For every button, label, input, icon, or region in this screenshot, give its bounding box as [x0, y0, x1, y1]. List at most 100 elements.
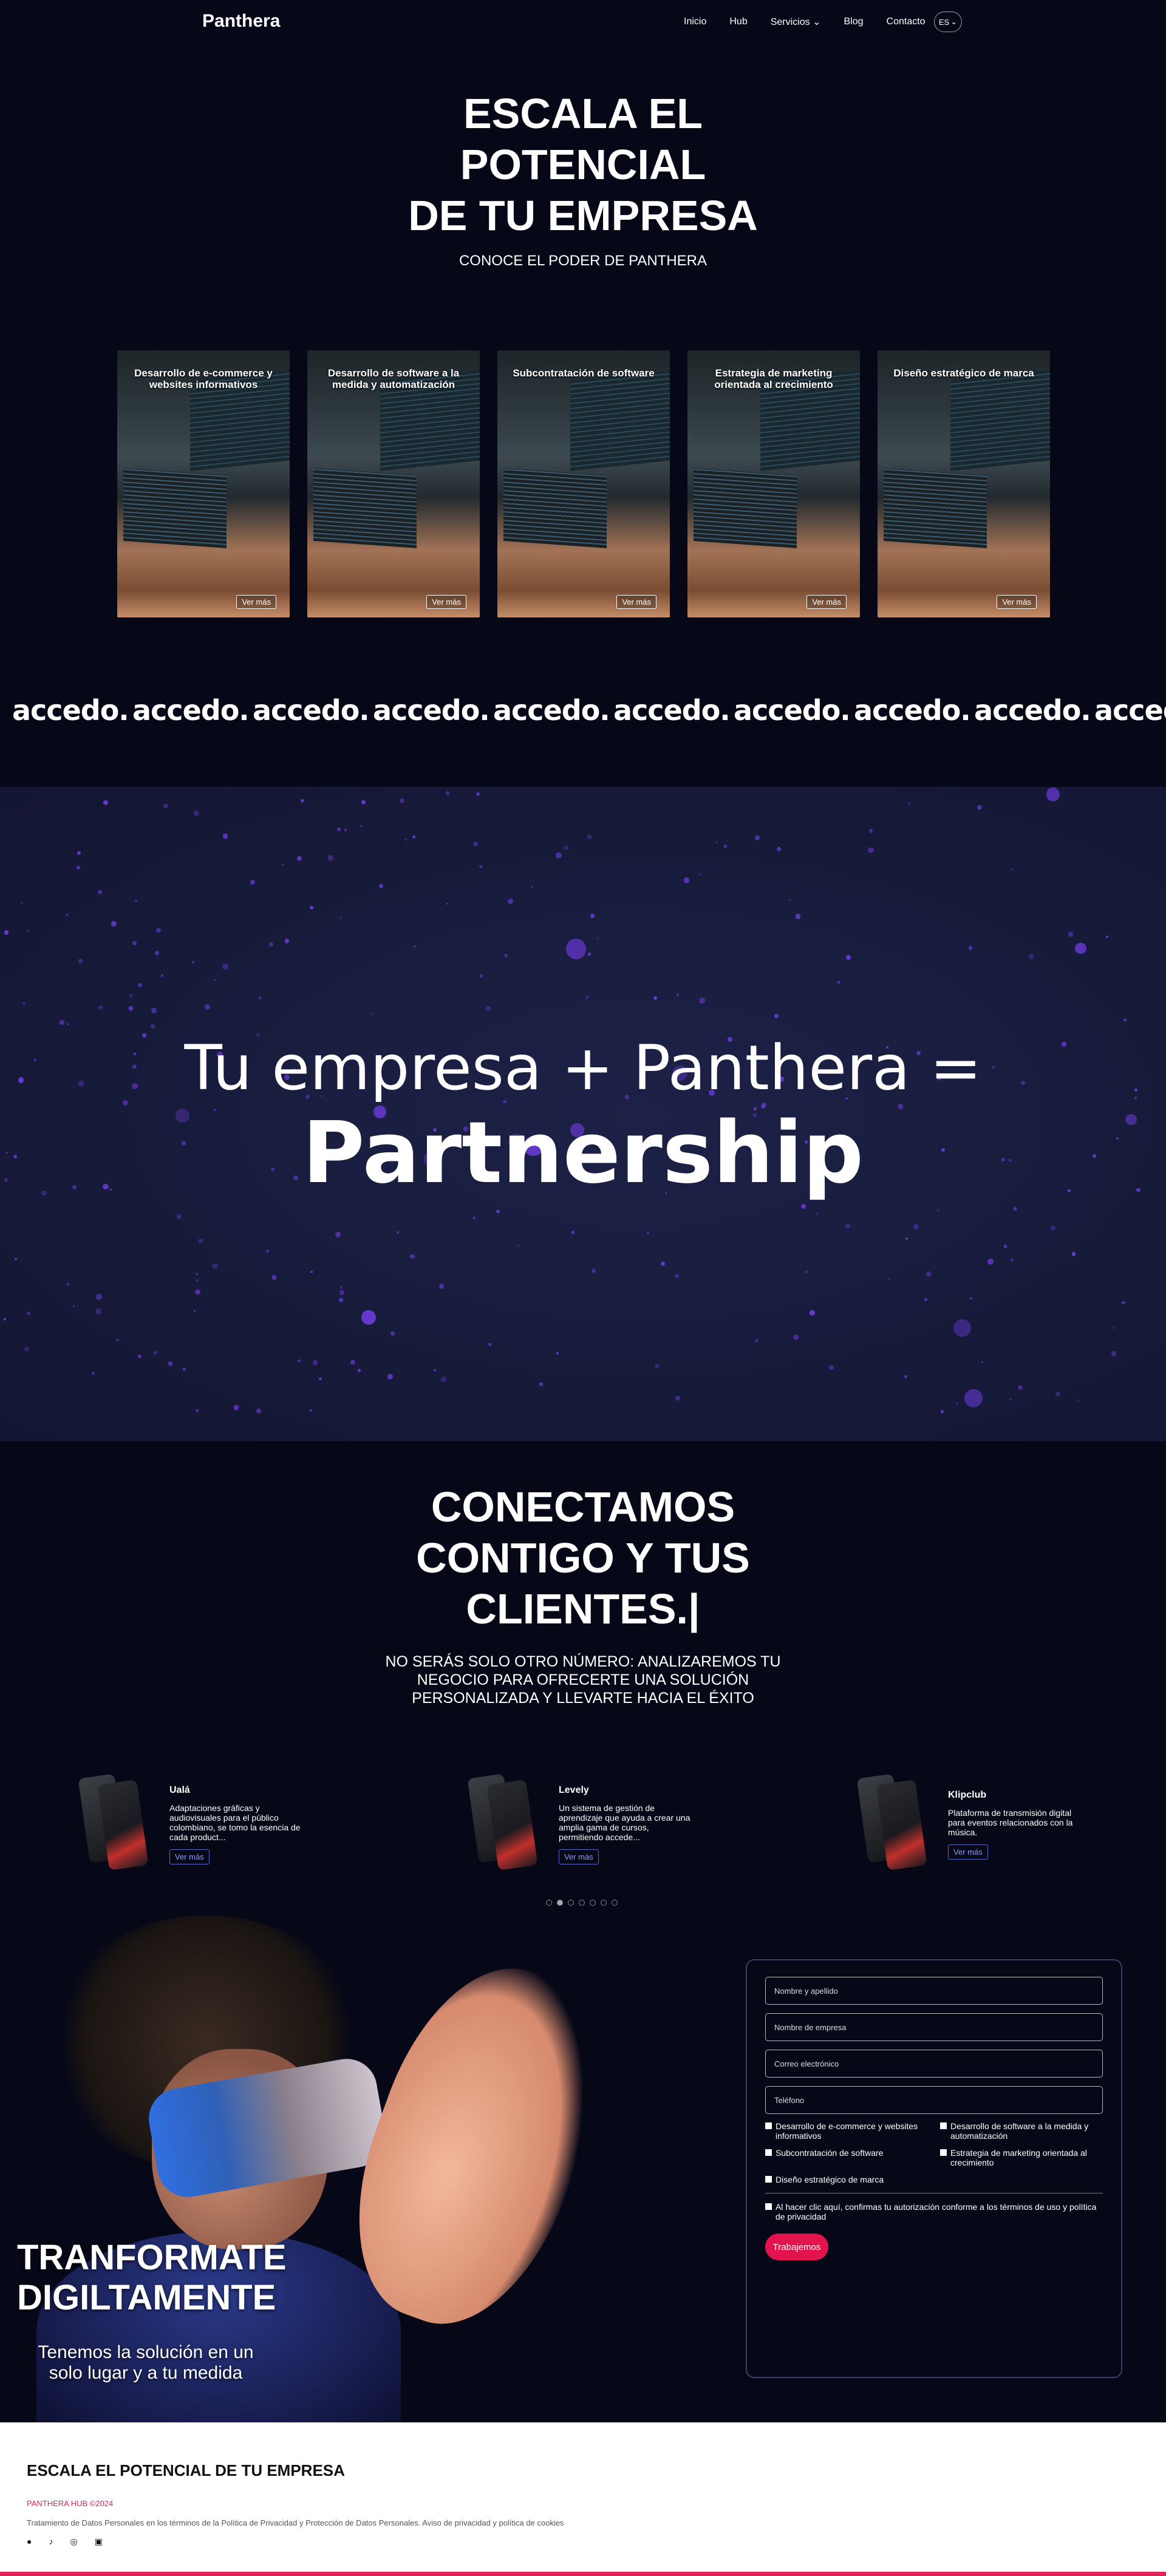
social-icons: ● ♪ ◎ ▣: [27, 2537, 103, 2547]
carousel-dot[interactable]: [601, 1900, 607, 1906]
particle-dot: [913, 1224, 919, 1229]
checkbox-box[interactable]: [940, 2149, 947, 2156]
particle-dot: [327, 855, 334, 861]
client-logos-marquee: accedo. accedo. accedo. accedo. accedo. …: [12, 694, 1166, 727]
footer-legal-link[interactable]: Tratamiento de Datos Personales en los t…: [27, 2518, 564, 2527]
carousel-dot[interactable]: [612, 1900, 618, 1906]
particle-dot: [361, 800, 366, 805]
carousel-dot[interactable]: [557, 1900, 563, 1906]
service-checkbox[interactable]: Subcontratación de software: [765, 2148, 935, 2158]
particle-dot: [250, 879, 256, 885]
particle-dot: [160, 974, 164, 977]
particle-dot: [829, 1365, 834, 1370]
chevron-down-icon: ⌄: [950, 17, 958, 26]
particle-dot: [66, 1283, 70, 1286]
particle-dot: [335, 1231, 341, 1237]
particle-dot: [309, 1409, 312, 1412]
connect-title-line: CLIENTES.|: [466, 1585, 700, 1633]
consent-checkbox[interactable]: Al hacer clic aquí, confirmas tu autoriz…: [765, 2202, 1105, 2221]
ver-mas-button[interactable]: Ver más: [948, 1844, 988, 1860]
particle-dot: [1046, 787, 1060, 801]
linkedin-icon[interactable]: ▣: [95, 2537, 103, 2547]
particle-dot: [410, 1254, 415, 1259]
nav-item-hub[interactable]: Hub: [729, 16, 747, 27]
ver-mas-button[interactable]: Ver más: [997, 595, 1037, 609]
nav-item-servicios[interactable]: Servicios ⌄: [771, 16, 821, 28]
checkbox-box[interactable]: [940, 2122, 947, 2129]
carousel-dot[interactable]: [579, 1900, 585, 1906]
particle-dot: [1111, 1351, 1117, 1356]
particle-dot: [653, 996, 658, 1000]
language-selector[interactable]: ES ⌄: [934, 12, 962, 32]
hero-title-line: DE TU EMPRESA: [408, 192, 758, 239]
service-checkbox[interactable]: Desarrollo de e-commerce y websites info…: [765, 2121, 935, 2141]
services-cards: Desarrollo de e-commerce y websites info…: [117, 350, 1050, 617]
particle-dot: [95, 1308, 101, 1314]
nav-item-inicio[interactable]: Inicio: [684, 16, 706, 27]
name-field[interactable]: Nombre y apellido: [765, 1977, 1103, 2005]
particle-dot: [531, 885, 533, 888]
particle-dot: [556, 852, 562, 858]
particle-dot: [361, 1310, 376, 1325]
submit-button[interactable]: Trabajemos: [765, 2234, 828, 2260]
brand-logo[interactable]: Panthera: [202, 11, 280, 32]
checkbox-box[interactable]: [765, 2203, 772, 2210]
particle-dot: [111, 920, 117, 927]
email-field[interactable]: Correo electrónico: [765, 2050, 1103, 2078]
particle-dot: [135, 900, 138, 903]
service-card[interactable]: Subcontratación de software Ver más: [497, 350, 670, 617]
service-checkbox[interactable]: Estrategia de marketing orientada al cre…: [940, 2148, 1110, 2167]
particle-dot: [310, 1271, 313, 1274]
particle-dot: [476, 792, 480, 797]
client-logo: accedo.: [734, 694, 851, 727]
particle-dot: [371, 1012, 373, 1014]
particle-dot: [677, 993, 679, 996]
nav-item-contacto[interactable]: Contacto: [887, 16, 926, 27]
instagram-icon[interactable]: ◎: [70, 2537, 77, 2547]
ver-mas-button[interactable]: Ver más: [616, 595, 656, 609]
carousel-dot[interactable]: [590, 1900, 596, 1906]
vr-title-line: TRANFORMATE: [17, 2238, 287, 2277]
particle-dot: [26, 1311, 30, 1316]
project-name: Klipclub: [948, 1790, 987, 1800]
checkbox-box[interactable]: [765, 2149, 772, 2156]
particle-dot: [977, 805, 982, 811]
checkbox-box[interactable]: [765, 2122, 772, 2129]
particle-dot: [1123, 1018, 1127, 1022]
nav-item-blog[interactable]: Blog: [844, 16, 863, 27]
ver-mas-button[interactable]: Ver más: [169, 1849, 210, 1864]
phone-field[interactable]: Teléfono: [765, 2086, 1103, 2114]
ver-mas-button[interactable]: Ver más: [236, 595, 276, 609]
company-field[interactable]: Nombre de empresa: [765, 2013, 1103, 2041]
ver-mas-button[interactable]: Ver más: [806, 595, 847, 609]
service-checkbox[interactable]: Desarrollo de software a la medida y aut…: [940, 2121, 1110, 2141]
particle-dot: [964, 1389, 983, 1408]
particle-dot: [445, 791, 449, 795]
service-card[interactable]: Diseño estratégico de marca Ver más: [878, 350, 1050, 617]
consent-label: Al hacer clic aquí, confirmas tu autoriz…: [776, 2202, 1097, 2221]
checkbox-box[interactable]: [765, 2176, 772, 2183]
tiktok-icon[interactable]: ♪: [49, 2537, 53, 2547]
service-card[interactable]: Estrategia de marketing orientada al cre…: [687, 350, 860, 617]
service-card[interactable]: Desarrollo de software a la medida y aut…: [307, 350, 480, 617]
particle-dot: [473, 1217, 476, 1219]
facebook-icon[interactable]: ●: [27, 2537, 32, 2547]
client-logo: accedo.: [253, 694, 370, 727]
ver-mas-button[interactable]: Ver más: [426, 595, 466, 609]
particle-dot: [196, 1273, 199, 1275]
particle-dot: [868, 847, 874, 854]
particle-dot: [924, 1298, 928, 1301]
checkbox-label: Desarrollo de e-commerce y websites info…: [776, 2121, 918, 2141]
particle-dot: [312, 1360, 318, 1365]
carousel-dot[interactable]: [546, 1900, 552, 1906]
particle-dot: [1018, 1385, 1023, 1390]
carousel-dot[interactable]: [568, 1900, 574, 1906]
particle-dot: [810, 1310, 815, 1316]
particle-dot: [399, 798, 405, 804]
particle-dot: [754, 1338, 759, 1342]
particle-dot: [256, 1409, 261, 1413]
service-checkbox[interactable]: Diseño estratégico de marca: [765, 2175, 935, 2184]
footer-title: ESCALA EL POTENCIAL DE TU EMPRESA: [27, 2461, 345, 2479]
service-card[interactable]: Desarrollo de e-commerce y websites info…: [117, 350, 290, 617]
ver-mas-button[interactable]: Ver más: [559, 1849, 599, 1864]
